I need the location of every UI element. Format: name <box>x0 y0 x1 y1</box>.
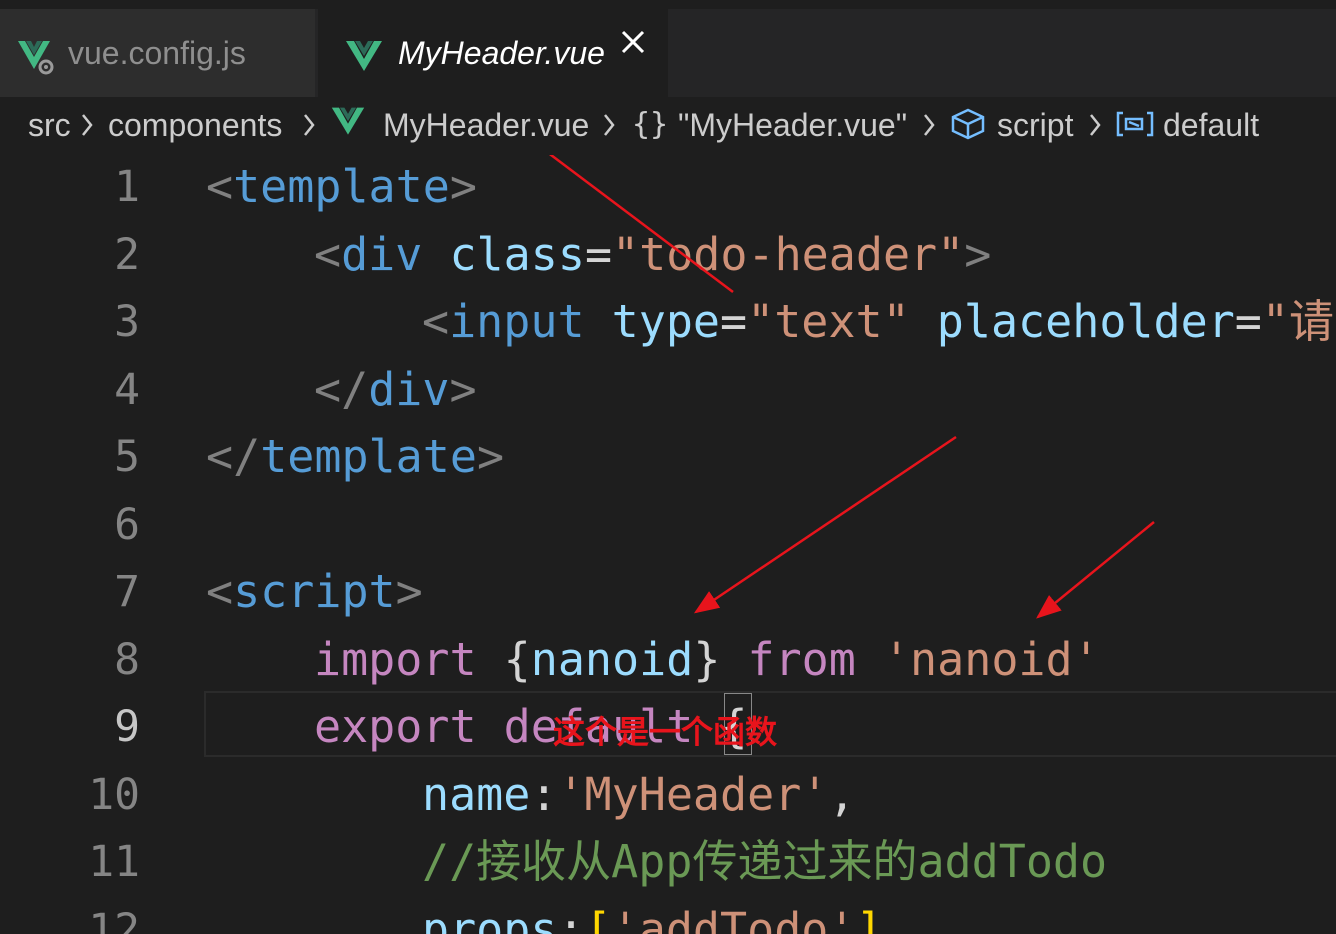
chevron-right-icon <box>602 111 616 144</box>
annotation-arrow-to-module <box>1036 521 1155 619</box>
tab-myheader[interactable]: MyHeader.vue <box>318 9 668 97</box>
vue-file-icon <box>330 103 366 146</box>
annotation-arrow-to-tab <box>548 155 734 293</box>
tab-label: vue.config.js <box>68 35 246 71</box>
chevron-right-icon <box>922 111 936 144</box>
tab-bar-top-strip <box>0 0 1336 9</box>
vue-config-file-icon <box>16 37 56 82</box>
breadcrumb-item-default[interactable]: default <box>1163 105 1259 145</box>
breadcrumb-item-script[interactable]: script <box>997 105 1073 145</box>
breadcrumb-item-file[interactable]: MyHeader.vue <box>383 105 589 145</box>
breadcrumb-item-src[interactable]: src <box>28 105 71 145</box>
vue-file-icon <box>344 37 384 82</box>
chevron-right-icon <box>302 111 316 144</box>
breadcrumb-item-components[interactable]: components <box>108 105 282 145</box>
close-icon[interactable] <box>618 27 648 57</box>
tab-vue-config[interactable]: vue.config.js <box>0 9 316 97</box>
chevron-right-icon <box>80 111 94 144</box>
variable-icon <box>1115 109 1155 144</box>
cube-icon <box>950 107 986 146</box>
breadcrumb: src components MyHeader.vue {} "MyHeader… <box>0 97 1336 155</box>
annotation-arrow-to-braces <box>693 435 957 614</box>
breadcrumb-item-module[interactable]: "MyHeader.vue" <box>678 105 907 145</box>
tab-label: MyHeader.vue <box>398 35 605 71</box>
chevron-right-icon <box>1088 111 1102 144</box>
annotation-arrows <box>548 155 1155 619</box>
code-editor[interactable]: 1 2 3 4 5 6 7 8 9 10 11 12 <template> <div class="to… <box>0 155 1336 934</box>
braces-icon: {} <box>632 107 669 142</box>
tab-bar: vue.config.js MyHeader.vue <box>0 0 1336 97</box>
